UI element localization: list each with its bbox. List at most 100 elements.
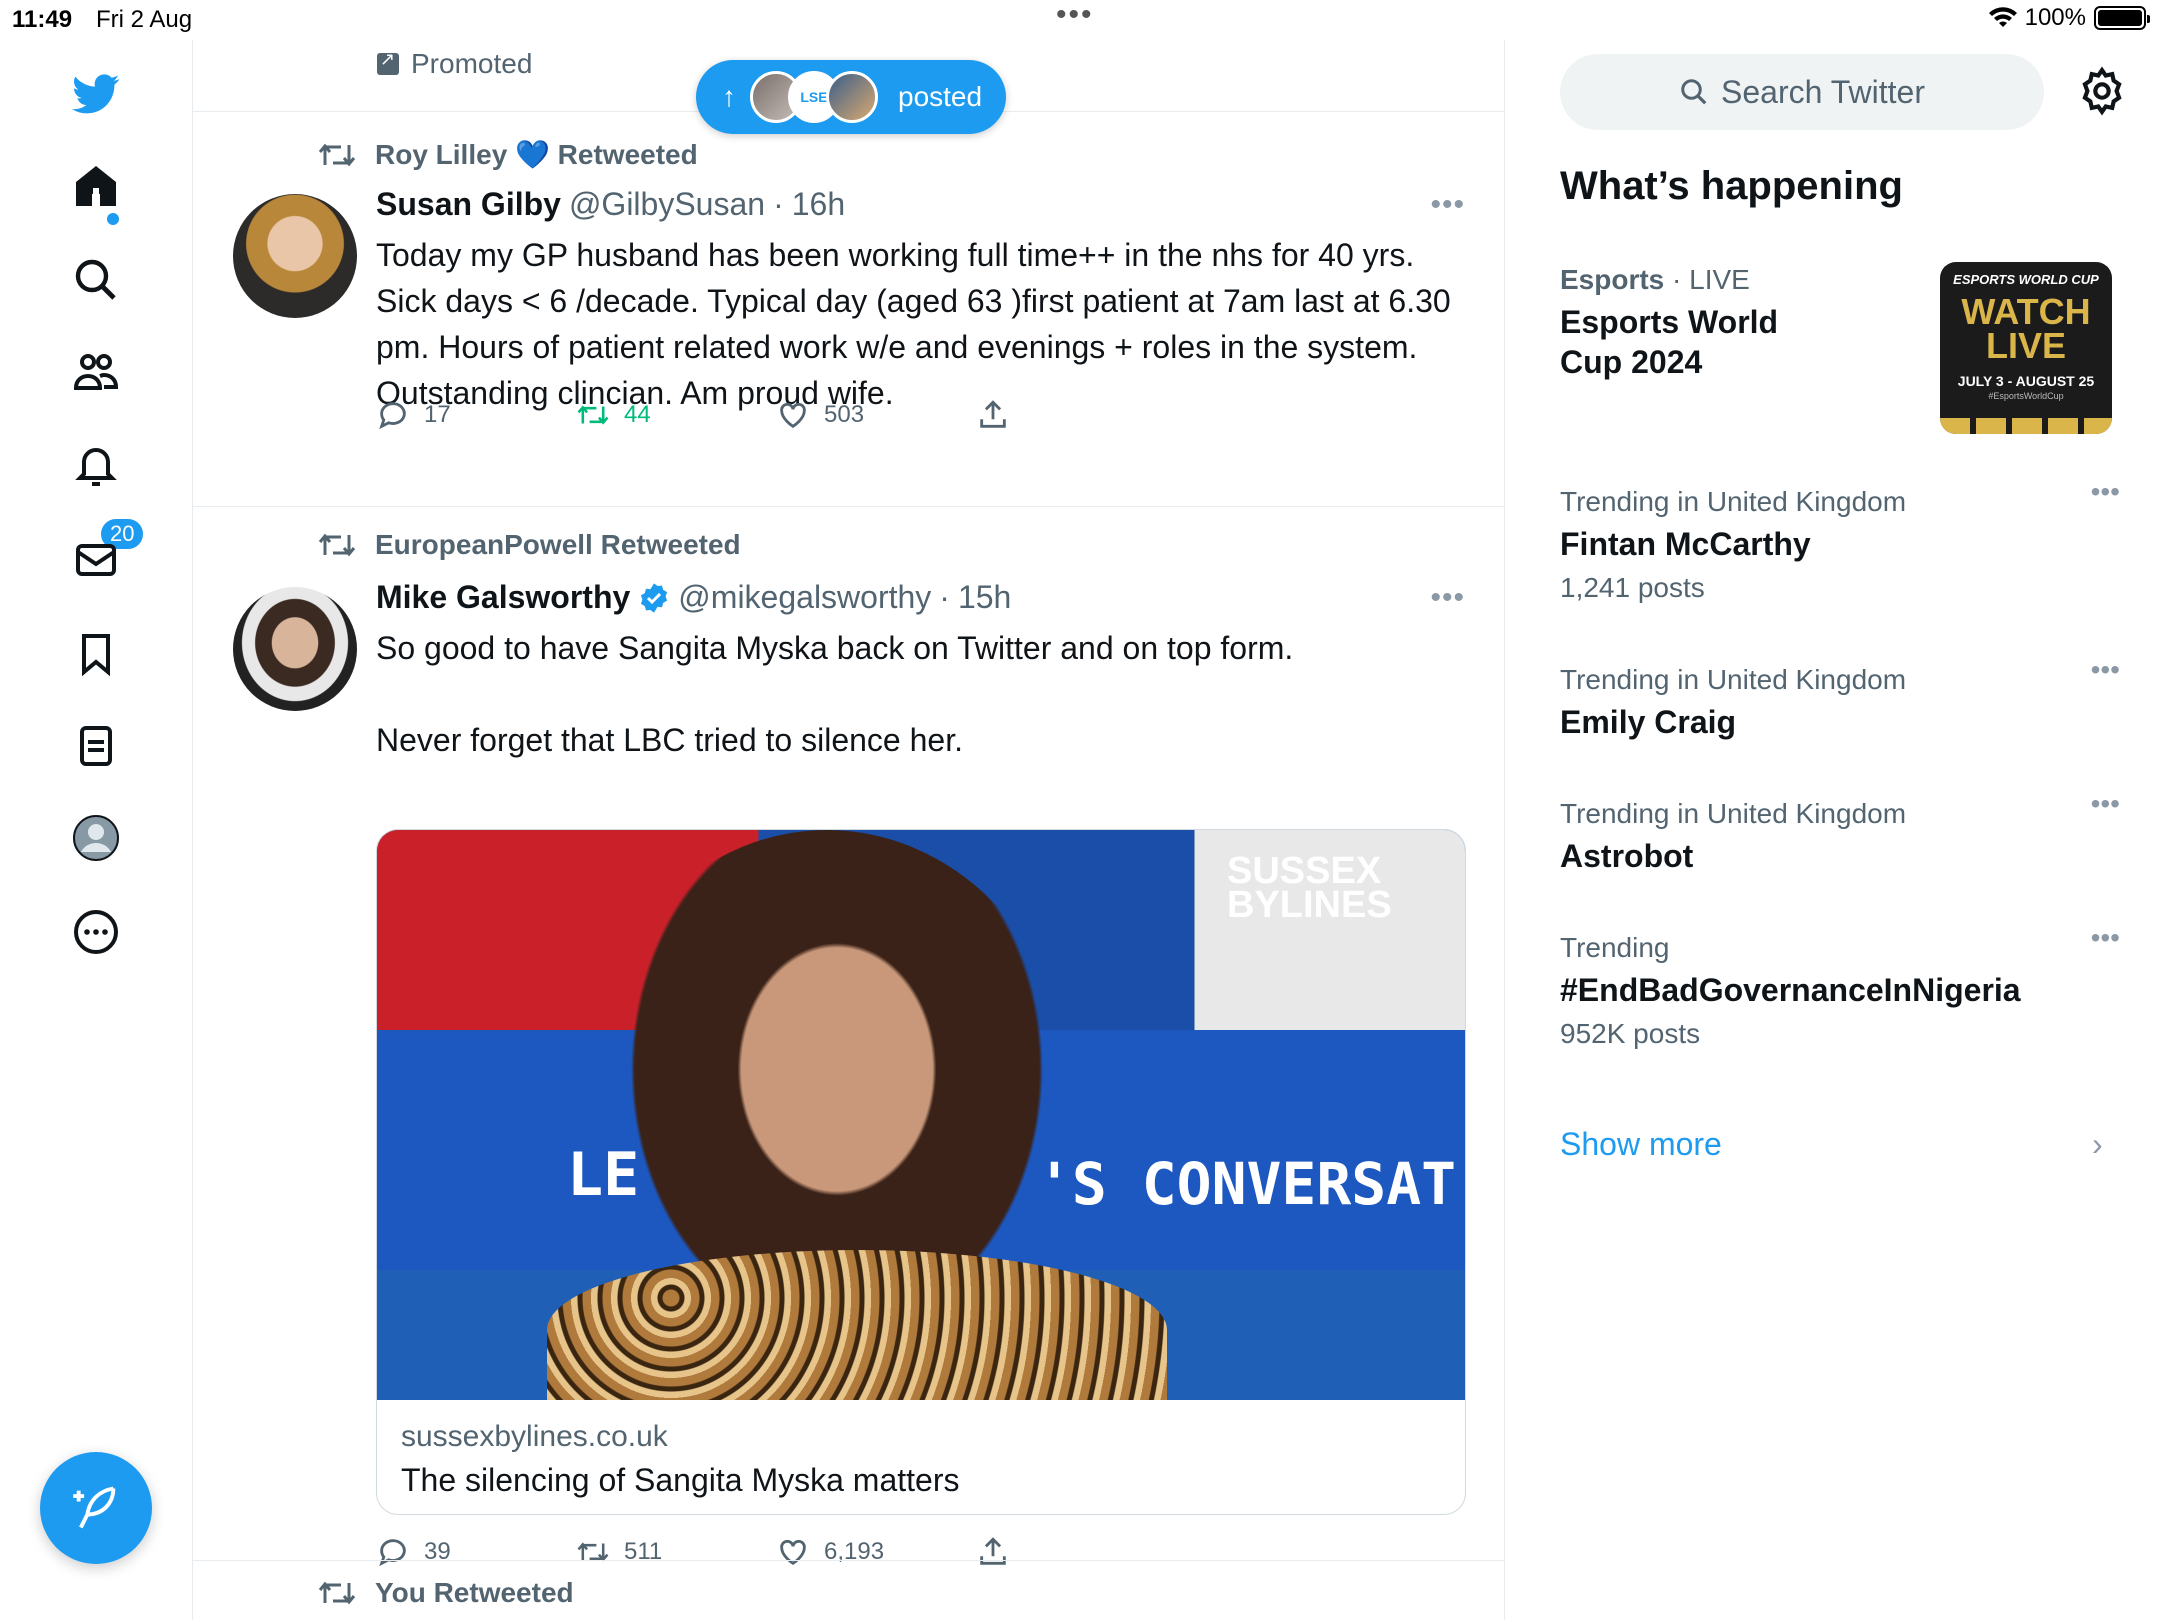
tweet-time[interactable]: 16h <box>792 186 845 223</box>
featured-status: LIVE <box>1689 264 1750 295</box>
communities-icon <box>73 354 119 390</box>
home-timeline: Promoted ↑ LSE posted Roy Lilley 💙 Retwe… <box>193 40 1505 1620</box>
retweeted-by-label: You Retweeted <box>375 1577 574 1608</box>
share-button[interactable] <box>976 398 1010 432</box>
link-card[interactable]: LE 'S CONVERSAT SUSSEX BYLINES sussexbyl… <box>376 829 1466 1515</box>
tweet[interactable]: EuropeanPowell Retweeted Mike Galsworthy… <box>193 507 1504 1597</box>
multitasking-dots-icon[interactable]: ••• <box>1056 0 1094 32</box>
like-button[interactable]: 503 <box>776 398 864 432</box>
author-name[interactable]: Susan Gilby <box>376 186 561 223</box>
left-nav: 20 <box>0 40 193 1620</box>
author-handle[interactable]: @mikegalsworthy <box>678 579 931 616</box>
thumb-line4: #EsportsWorldCup <box>1988 391 2064 401</box>
tweet-time[interactable]: 15h <box>958 579 1011 616</box>
twitter-logo-icon[interactable] <box>70 68 122 120</box>
verified-badge-icon <box>641 582 668 613</box>
retweet-context: You Retweeted <box>317 1577 574 1609</box>
nav-communities[interactable] <box>70 346 122 398</box>
trend-name: #EndBadGovernanceInNigeria <box>1560 972 2021 1008</box>
retweet-button[interactable]: 44 <box>576 398 651 432</box>
trend-item[interactable]: Trending in United Kingdom Emily Craig •… <box>1560 654 2120 742</box>
author-handle[interactable]: @GilbySusan <box>569 186 765 223</box>
thumb-stripe <box>1940 418 2112 434</box>
trend-more-icon[interactable]: ••• <box>2091 788 2120 820</box>
retweet-icon <box>318 143 356 166</box>
compose-tweet-button[interactable] <box>40 1452 152 1564</box>
featured-thumbnail[interactable]: ESPORTS WORLD CUP WATCH LIVE JULY 3 - AU… <box>1940 262 2112 434</box>
featured-category: Esports <box>1560 264 1665 295</box>
battery-icon <box>2094 6 2150 30</box>
link-card-domain: sussexbylines.co.uk <box>401 1420 668 1453</box>
retweet-count: 44 <box>624 401 651 428</box>
search-input[interactable]: Search Twitter <box>1560 54 2044 130</box>
battery-fill <box>2098 10 2142 26</box>
trend-item[interactable]: Trending in United Kingdom Astrobot ••• <box>1560 788 2120 876</box>
nav-messages[interactable] <box>70 534 122 586</box>
nav-notifications[interactable] <box>70 440 122 492</box>
separator: · <box>773 186 784 222</box>
tweet[interactable]: Roy Lilley 💙 Retweeted Susan Gilby @Gilb… <box>193 112 1504 472</box>
nav-lists[interactable] <box>70 720 122 772</box>
tweet-more-icon[interactable]: ••• <box>1430 581 1465 615</box>
thumb-line1: ESPORTS WORLD CUP <box>1953 272 2099 287</box>
status-time: 11:49 <box>12 6 73 33</box>
trend-more-icon[interactable]: ••• <box>2091 654 2120 686</box>
retweeted-by-label: EuropeanPowell Retweeted <box>375 529 741 560</box>
author-name[interactable]: Mike Galsworthy <box>376 579 630 616</box>
settings-gear-icon[interactable] <box>2077 66 2127 116</box>
thumb-line2: WATCH LIVE <box>1961 291 2091 366</box>
like-count: 503 <box>824 401 865 428</box>
separator: · <box>1672 264 1690 295</box>
promoted-label: Promoted <box>411 48 533 79</box>
trend-item[interactable]: Trending #EndBadGovernanceInNigeria 952K… <box>1560 922 2120 1050</box>
nav-search[interactable] <box>70 254 122 306</box>
trend-count: 1,241 posts <box>1560 572 1705 603</box>
search-icon <box>75 259 116 300</box>
tweet-header: Susan Gilby @GilbySusan · 16h <box>376 186 845 223</box>
trend-more-icon[interactable]: ••• <box>2091 922 2120 954</box>
nav-profile[interactable] <box>70 812 122 864</box>
avatar <box>826 71 878 123</box>
nav-home[interactable] <box>70 160 122 212</box>
new-posts-avatars: LSE <box>750 71 878 123</box>
status-bar: 11:49 Fri 2 Aug ••• 100% <box>0 0 2160 40</box>
thumb-line3: JULY 3 - AUGUST 25 <box>1957 373 2095 389</box>
link-card-title: The silencing of Sangita Myska matters <box>401 1462 960 1498</box>
compose-feather-icon <box>73 1486 116 1529</box>
mail-icon <box>76 544 116 576</box>
trend-context: Trending in United Kingdom <box>1560 486 1907 517</box>
share-icon <box>980 400 1006 428</box>
reply-button[interactable]: 17 <box>376 398 451 432</box>
arrow-up-icon: ↑ <box>722 81 736 112</box>
tweet-text: So good to have Sangita Myska back on Tw… <box>376 630 1294 758</box>
trend-item[interactable]: Trending in United Kingdom Fintan McCart… <box>1560 476 2120 604</box>
tweet-more-icon[interactable]: ••• <box>1430 188 1465 222</box>
reply-count: 17 <box>424 401 451 428</box>
tweet-header: Mike Galsworthy @mikegalsworthy · 15h <box>376 579 1011 616</box>
nav-more[interactable] <box>70 906 122 958</box>
promoted-icon <box>377 49 399 75</box>
tweet[interactable]: You Retweeted <box>193 1561 1504 1620</box>
status-date: Fri 2 Aug <box>96 6 193 33</box>
profile-avatar-icon <box>73 815 119 861</box>
list-icon <box>80 726 112 766</box>
home-unread-dot <box>107 213 119 225</box>
search-placeholder: Search Twitter <box>1721 73 1925 110</box>
image-banner-text-right: 'S CONVERSAT <box>1037 1150 1457 1218</box>
trend-name: Fintan McCarthy <box>1560 526 1811 562</box>
bell-icon <box>75 448 117 486</box>
nav-bookmarks[interactable] <box>70 628 122 680</box>
trend-context: Trending in United Kingdom <box>1560 664 1907 695</box>
tweet-text: Today my GP husband has been working ful… <box>376 237 1451 411</box>
battery-percent: 100% <box>2024 4 2086 31</box>
avatar[interactable] <box>233 587 357 711</box>
new-posts-label: posted <box>898 81 983 112</box>
chevron-right-icon[interactable]: › <box>2092 1126 2103 1163</box>
new-posts-pill[interactable]: ↑ LSE posted <box>696 60 1006 134</box>
heart-icon <box>780 402 806 429</box>
retweet-context: Roy Lilley 💙 Retweeted <box>317 138 698 171</box>
show-more-link[interactable]: Show more <box>1560 1126 1722 1163</box>
trend-more-icon[interactable]: ••• <box>2091 476 2120 508</box>
avatar[interactable] <box>233 194 357 318</box>
link-card-image[interactable]: LE 'S CONVERSAT SUSSEX BYLINES <box>377 830 1465 1400</box>
